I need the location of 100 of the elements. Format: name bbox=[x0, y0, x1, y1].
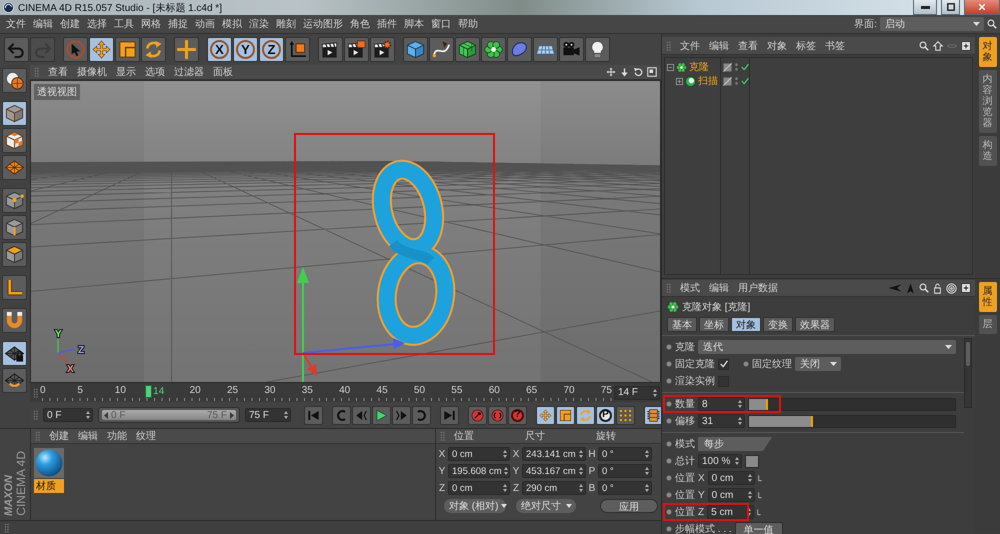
menu-item[interactable]: 编辑 bbox=[33, 17, 53, 31]
menu-item[interactable]: 工具 bbox=[114, 17, 134, 31]
keyframe-dot-icon[interactable] bbox=[666, 526, 672, 532]
axis-mode-button[interactable] bbox=[2, 275, 27, 300]
key-selection-button[interactable]: ? bbox=[508, 406, 527, 424]
undo-button[interactable] bbox=[4, 37, 29, 62]
value-swatch[interactable] bbox=[745, 454, 759, 468]
record-key-button[interactable] bbox=[468, 406, 487, 424]
minimize-button[interactable] bbox=[913, 0, 937, 15]
maximize-button[interactable] bbox=[941, 0, 960, 15]
points-mode-button[interactable] bbox=[2, 188, 27, 213]
lock-icon[interactable] bbox=[933, 282, 942, 294]
deformer-button[interactable] bbox=[507, 37, 532, 62]
search-icon[interactable] bbox=[919, 283, 929, 293]
menu-item[interactable]: 插件 bbox=[377, 17, 397, 31]
next-key-button[interactable] bbox=[412, 406, 431, 424]
z-axis-button[interactable]: Z bbox=[259, 37, 284, 62]
menu-item[interactable]: 书签 bbox=[825, 38, 845, 52]
lock-workplane-button[interactable] bbox=[2, 341, 27, 366]
x-axis-arrow[interactable] bbox=[302, 352, 317, 376]
collapse-box-icon[interactable] bbox=[667, 64, 674, 70]
scrollbar[interactable] bbox=[964, 338, 972, 408]
move-tool-button[interactable] bbox=[89, 37, 114, 62]
menu-item[interactable]: 选择 bbox=[87, 17, 107, 31]
end-frame-field[interactable]: 75 F bbox=[245, 408, 291, 422]
cloner-button[interactable] bbox=[481, 37, 506, 62]
workplane-mode-button[interactable] bbox=[2, 155, 27, 180]
tab[interactable]: 基本 bbox=[667, 317, 697, 332]
key-rotation-button[interactable] bbox=[576, 406, 595, 424]
object-name[interactable]: 克隆 bbox=[689, 60, 709, 74]
layer-square-icon[interactable] bbox=[723, 62, 732, 72]
texture-mode-button[interactable] bbox=[2, 128, 27, 153]
key-parameter-button[interactable]: P bbox=[596, 406, 615, 424]
size-mode-dropdown[interactable]: 绝对尺寸 bbox=[516, 499, 576, 513]
menu-item[interactable]: 面板 bbox=[213, 65, 233, 79]
menu-item[interactable]: 纹理 bbox=[136, 429, 156, 443]
position-mode-dropdown[interactable]: 对象 (相对) bbox=[444, 499, 506, 513]
menu-item[interactable]: 捕捉 bbox=[168, 17, 188, 31]
current-frame-field[interactable]: 14 F bbox=[614, 386, 660, 400]
floor-button[interactable] bbox=[533, 37, 558, 62]
mode-dropdown[interactable]: 迭代 bbox=[698, 340, 956, 354]
side-tab[interactable]: 内容浏览器 bbox=[978, 70, 996, 133]
slider-fill[interactable] bbox=[749, 398, 768, 410]
new-panel-icon[interactable] bbox=[961, 283, 971, 293]
tab[interactable]: 效果器 bbox=[795, 317, 835, 332]
menu-item[interactable]: 创建 bbox=[49, 429, 69, 443]
y-axis-button[interactable]: Y bbox=[233, 37, 258, 62]
subdivision-button[interactable] bbox=[455, 37, 480, 62]
object-name[interactable]: 扫描 bbox=[698, 74, 718, 88]
x-axis-button[interactable]: X bbox=[207, 37, 232, 62]
pen-button[interactable] bbox=[429, 37, 454, 62]
model-mode-button[interactable] bbox=[2, 101, 27, 126]
next-frame-button[interactable] bbox=[392, 406, 411, 424]
edges-mode-button[interactable] bbox=[2, 215, 27, 240]
keyframe-dot-icon[interactable] bbox=[666, 458, 672, 464]
number-field[interactable]: 31 bbox=[698, 414, 745, 428]
rotate-tool-button[interactable] bbox=[141, 37, 166, 62]
snap-button[interactable] bbox=[2, 308, 27, 333]
size-field[interactable]: 453.167 cm bbox=[522, 464, 586, 478]
go-to-end-button[interactable] bbox=[440, 406, 459, 424]
keyframe-dot-icon[interactable] bbox=[666, 344, 672, 350]
auto-key-button[interactable] bbox=[488, 406, 507, 424]
menu-item[interactable]: 显示 bbox=[116, 65, 136, 79]
position-field[interactable]: 0 cm bbox=[708, 471, 755, 485]
keyframe-dot-icon[interactable] bbox=[666, 401, 672, 407]
visibility-dots-icon[interactable] bbox=[735, 77, 738, 85]
playhead[interactable] bbox=[145, 385, 152, 398]
search-icon[interactable] bbox=[919, 40, 929, 50]
menu-item[interactable]: 帮助 bbox=[458, 17, 478, 31]
tab[interactable]: 坐标 bbox=[699, 317, 729, 332]
search-icon[interactable] bbox=[987, 19, 997, 29]
size-field[interactable]: 290 cm bbox=[522, 481, 586, 495]
position-field[interactable]: 0 cm bbox=[708, 488, 755, 502]
material-name[interactable]: 材质 bbox=[34, 479, 64, 493]
menu-item[interactable]: 窗口 bbox=[431, 17, 451, 31]
material-thumbnail[interactable] bbox=[34, 448, 64, 478]
new-panel-icon[interactable] bbox=[961, 40, 971, 50]
recent-tool-button[interactable] bbox=[174, 37, 199, 62]
cube-button[interactable] bbox=[403, 37, 428, 62]
polygons-mode-button[interactable] bbox=[2, 242, 27, 267]
menu-item[interactable]: 文件 bbox=[6, 17, 26, 31]
menu-item[interactable]: 动画 bbox=[195, 17, 215, 31]
menu-item[interactable]: 用户数据 bbox=[738, 281, 778, 295]
viewport[interactable]: Y X Z 透视视图 bbox=[30, 80, 661, 383]
menu-item[interactable]: 脚本 bbox=[404, 17, 424, 31]
rotation-field[interactable]: 0 ° bbox=[598, 464, 652, 478]
previous-frame-button[interactable] bbox=[352, 406, 371, 424]
play-button[interactable] bbox=[372, 406, 391, 424]
side-tab[interactable]: 属性 bbox=[978, 282, 996, 312]
menu-item[interactable]: 模式 bbox=[680, 281, 700, 295]
planar-workplane-button[interactable] bbox=[2, 368, 27, 393]
live-select-button[interactable] bbox=[63, 37, 88, 62]
menu-item[interactable]: 查看 bbox=[48, 65, 68, 79]
menu-item[interactable]: 网格 bbox=[141, 17, 161, 31]
side-tab[interactable]: 构造 bbox=[978, 136, 996, 166]
percent-field[interactable]: 100 % bbox=[698, 454, 742, 468]
figure-eight-object[interactable] bbox=[372, 160, 456, 346]
tab[interactable]: 变换 bbox=[763, 317, 793, 332]
menu-item[interactable]: 雕刻 bbox=[276, 17, 296, 31]
slider-track[interactable] bbox=[748, 398, 956, 410]
